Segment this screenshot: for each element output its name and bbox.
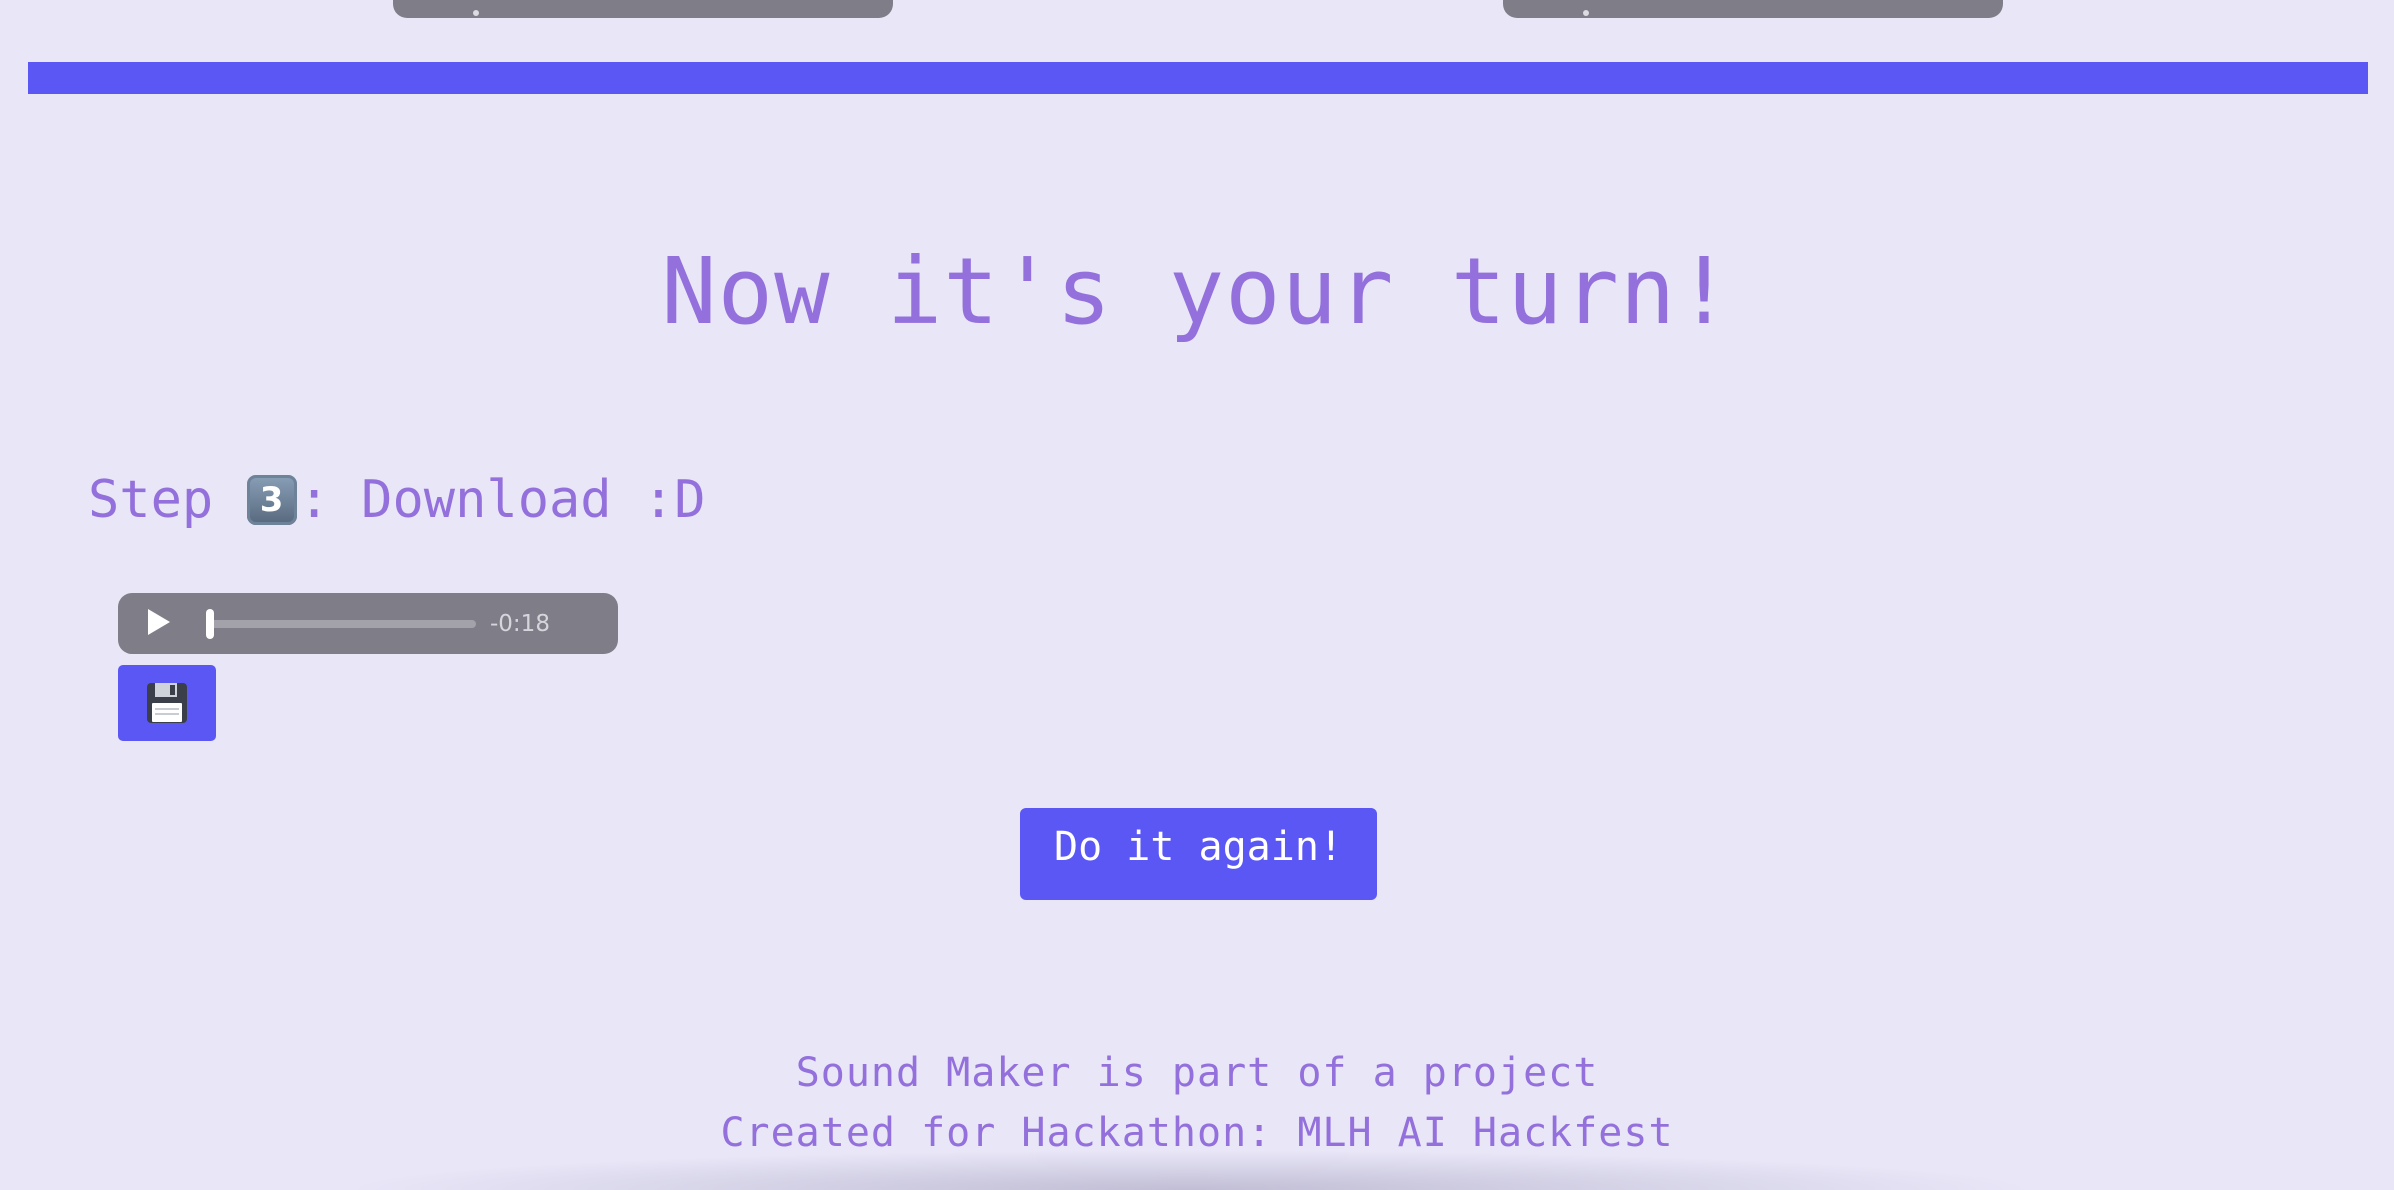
- do-it-again-button[interactable]: Do it again!: [1020, 808, 1377, 900]
- keycap-number: 3: [259, 480, 284, 520]
- seek-track: [206, 620, 476, 628]
- step-prefix: Step: [88, 470, 245, 530]
- footer-line-project: Sound Maker is part of a project: [795, 1050, 1599, 1096]
- top-audio-player-left[interactable]: [393, 0, 893, 18]
- floppy-disk-icon: [147, 683, 187, 723]
- divider-bar: [28, 62, 2368, 94]
- player-control-peek: [1583, 10, 1589, 16]
- time-remaining: -0:18: [490, 611, 550, 637]
- page-title: Now it's your turn!: [661, 238, 1733, 345]
- step-suffix: : Download :D: [298, 470, 706, 530]
- seek-thumb[interactable]: [206, 609, 214, 639]
- footer: Sound Maker is part of a project Created…: [0, 1043, 2394, 1163]
- audio-player[interactable]: -0:18: [118, 593, 618, 654]
- player-control-peek: [473, 10, 479, 16]
- page: Now it's your turn! Step 3 : Download :D…: [0, 0, 2394, 1190]
- top-audio-player-right[interactable]: [1503, 0, 2003, 18]
- play-icon[interactable]: [148, 609, 170, 635]
- keycap-three-icon: 3: [246, 475, 297, 525]
- save-button[interactable]: [118, 665, 216, 741]
- step-heading: Step 3 : Download :D: [88, 470, 706, 530]
